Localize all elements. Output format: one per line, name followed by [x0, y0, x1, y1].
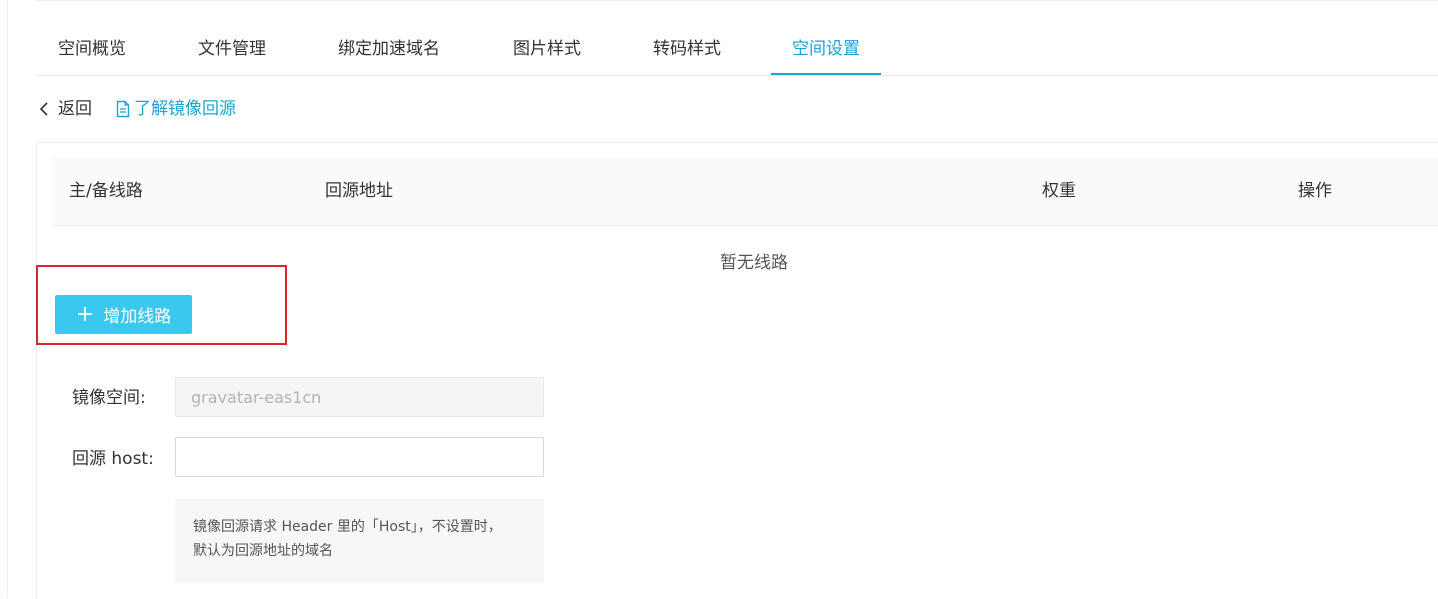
page-top-border — [36, 0, 1438, 1]
column-actions: 操作 — [1298, 181, 1332, 201]
mirror-space-label: 镜像空间: — [72, 388, 146, 408]
tab-bind-domain[interactable]: 绑定加速域名 — [336, 24, 442, 74]
hint-line-2: 默认为回源地址的域名 — [193, 543, 333, 559]
tab-transcode-style[interactable]: 转码样式 — [651, 24, 723, 74]
learn-mirror-label: 了解镜像回源 — [134, 99, 236, 119]
routes-table-header: 主/备线路 回源地址 权重 操作 — [52, 158, 1438, 226]
tab-file-management[interactable]: 文件管理 — [196, 24, 268, 74]
tab-space-settings[interactable]: 空间设置 — [771, 24, 881, 75]
page-left-border — [7, 0, 8, 598]
empty-routes-text: 暂无线路 — [720, 253, 788, 273]
mirror-space-field — [175, 377, 544, 417]
add-route-label: 增加线路 — [103, 307, 172, 327]
tab-space-overview[interactable]: 空间概览 — [56, 24, 128, 74]
learn-mirror-link[interactable]: 了解镜像回源 — [115, 96, 236, 122]
document-icon — [116, 100, 130, 118]
add-route-button[interactable]: + 增加线路 — [55, 295, 192, 334]
plus-icon: + — [75, 301, 95, 327]
chevron-left-icon — [39, 102, 48, 116]
column-origin-address: 回源地址 — [325, 181, 393, 201]
origin-host-hint: 镜像回源请求 Header 里的「Host」，不设置时， 默认为回源地址的域名 — [175, 499, 544, 583]
origin-host-input[interactable] — [175, 437, 544, 477]
tab-bar: 空间概览 文件管理 绑定加速域名 图片样式 转码样式 空间设置 — [36, 24, 1438, 76]
origin-host-label: 回源 host: — [72, 449, 154, 469]
back-label: 返回 — [58, 99, 92, 119]
tab-image-style[interactable]: 图片样式 — [511, 24, 583, 74]
hint-line-1: 镜像回源请求 Header 里的「Host」，不设置时， — [193, 519, 502, 535]
back-link[interactable]: 返回 — [38, 96, 92, 122]
column-weight: 权重 — [1042, 181, 1076, 201]
column-primary-backup: 主/备线路 — [69, 181, 143, 201]
